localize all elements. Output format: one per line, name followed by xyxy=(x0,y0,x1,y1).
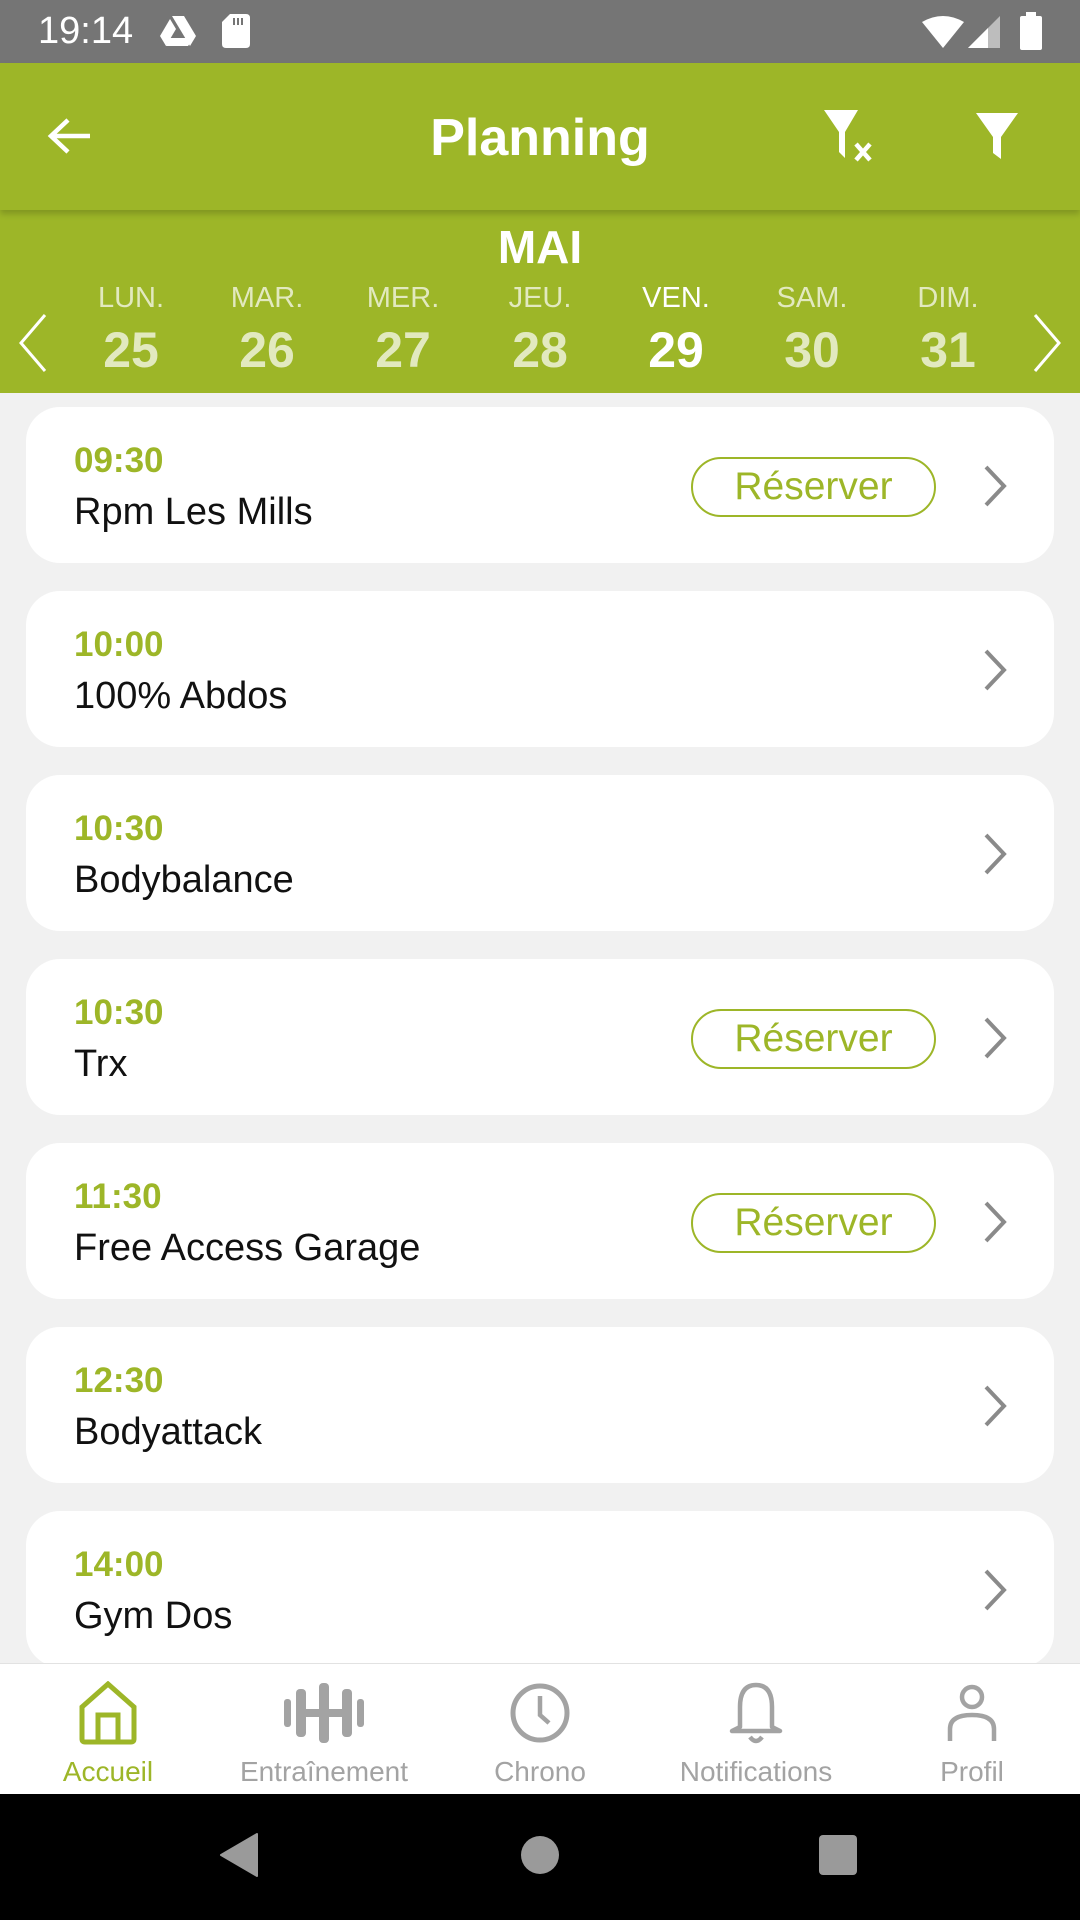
day-thursday[interactable]: JEU. 28 xyxy=(485,282,595,379)
nav-notifications[interactable]: Notifications xyxy=(648,1664,864,1795)
chevron-right-icon xyxy=(1033,313,1063,378)
nav-profil[interactable]: Profil xyxy=(864,1664,1080,1795)
clock-icon xyxy=(509,1682,571,1749)
session-card[interactable]: 10:00 100% Abdos xyxy=(26,591,1054,747)
system-home-button[interactable] xyxy=(510,1832,570,1882)
status-bar: 19:14 xyxy=(0,0,1080,63)
chevron-right-icon xyxy=(980,1197,1010,1247)
chevron-left-icon xyxy=(17,313,47,378)
home-circle-icon xyxy=(520,1835,560,1880)
sd-card-icon xyxy=(222,14,250,53)
day-friday[interactable]: VEN. 29 xyxy=(621,282,731,379)
chevron-right-icon xyxy=(980,1565,1010,1615)
day-monday[interactable]: LUN. 25 xyxy=(76,282,186,379)
session-name: 100% Abdos xyxy=(74,675,288,717)
session-time: 09:30 xyxy=(74,441,164,480)
month-label: MAI xyxy=(497,221,583,273)
chevron-right-icon xyxy=(980,461,1010,511)
next-week-button[interactable] xyxy=(1018,305,1078,385)
reserve-button[interactable]: Réserver xyxy=(691,1009,936,1069)
filter-button[interactable] xyxy=(962,103,1032,173)
session-card[interactable]: 09:30 Rpm Les Mills Réserver xyxy=(26,407,1054,563)
page-title: Planning xyxy=(430,109,650,167)
dumbbell-icon xyxy=(284,1682,364,1748)
status-time: 19:14 xyxy=(38,10,134,52)
app-bar: Planning xyxy=(0,63,1080,210)
session-name: Rpm Les Mills xyxy=(74,491,313,533)
back-triangle-icon xyxy=(219,1832,259,1883)
session-time: 10:00 xyxy=(74,625,164,664)
session-time: 11:30 xyxy=(74,1177,162,1216)
filter-icon xyxy=(974,111,1020,166)
drive-icon xyxy=(158,14,198,53)
session-time: 14:00 xyxy=(74,1545,164,1584)
wifi-icon xyxy=(922,16,964,53)
session-card[interactable]: 10:30 Bodybalance xyxy=(26,775,1054,931)
previous-week-button[interactable] xyxy=(2,305,62,385)
session-time: 10:30 xyxy=(74,809,164,848)
reserve-button[interactable]: Réserver xyxy=(691,1193,936,1253)
day-tuesday[interactable]: MAR. 26 xyxy=(212,282,322,379)
session-name: Free Access Garage xyxy=(74,1227,421,1269)
session-list: 09:30 Rpm Les Mills Réserver 10:00 100% … xyxy=(0,393,1080,1663)
day-saturday[interactable]: SAM. 30 xyxy=(757,282,867,379)
day-wednesday[interactable]: MER. 27 xyxy=(348,282,458,379)
session-card[interactable]: 10:30 Trx Réserver xyxy=(26,959,1054,1115)
reserve-button[interactable]: Réserver xyxy=(691,457,936,517)
clear-filter-button[interactable] xyxy=(818,103,888,173)
session-time: 12:30 xyxy=(74,1361,164,1400)
system-navigation-bar xyxy=(0,1794,1080,1920)
nav-entrainement[interactable]: Entraînement xyxy=(216,1664,432,1795)
nav-chrono[interactable]: Chrono xyxy=(432,1664,648,1795)
system-recents-button[interactable] xyxy=(808,1832,868,1882)
session-card[interactable]: 12:30 Bodyattack xyxy=(26,1327,1054,1483)
session-time: 10:30 xyxy=(74,993,164,1032)
session-name: Bodyattack xyxy=(74,1411,262,1453)
bell-icon xyxy=(728,1681,784,1750)
chevron-right-icon xyxy=(980,1013,1010,1063)
day-sunday[interactable]: DIM. 31 xyxy=(893,282,1003,379)
session-name: Gym Dos xyxy=(74,1595,233,1637)
filter-clear-icon xyxy=(822,108,884,169)
recents-square-icon xyxy=(818,1834,858,1881)
bottom-navigation: Accueil Entraînement Chrono Notification… xyxy=(0,1663,1080,1794)
signal-icon xyxy=(968,16,1000,53)
session-name: Trx xyxy=(74,1043,128,1085)
nav-accueil[interactable]: Accueil xyxy=(0,1664,216,1795)
chevron-right-icon xyxy=(980,645,1010,695)
user-icon xyxy=(946,1683,998,1748)
session-name: Bodybalance xyxy=(74,859,294,901)
session-card[interactable]: 11:30 Free Access Garage Réserver xyxy=(26,1143,1054,1299)
battery-icon xyxy=(1020,12,1042,55)
home-icon xyxy=(78,1680,138,1750)
screen: 19:14 Planning MAI LUN. 25 MAR. 26 MER. … xyxy=(0,0,1080,1920)
system-back-button[interactable] xyxy=(209,1832,269,1882)
chevron-right-icon xyxy=(980,1381,1010,1431)
chevron-right-icon xyxy=(980,829,1010,879)
session-card[interactable]: 14:00 Gym Dos xyxy=(26,1511,1054,1663)
week-calendar: MAI LUN. 25 MAR. 26 MER. 27 JEU. 28 VEN.… xyxy=(0,210,1080,393)
